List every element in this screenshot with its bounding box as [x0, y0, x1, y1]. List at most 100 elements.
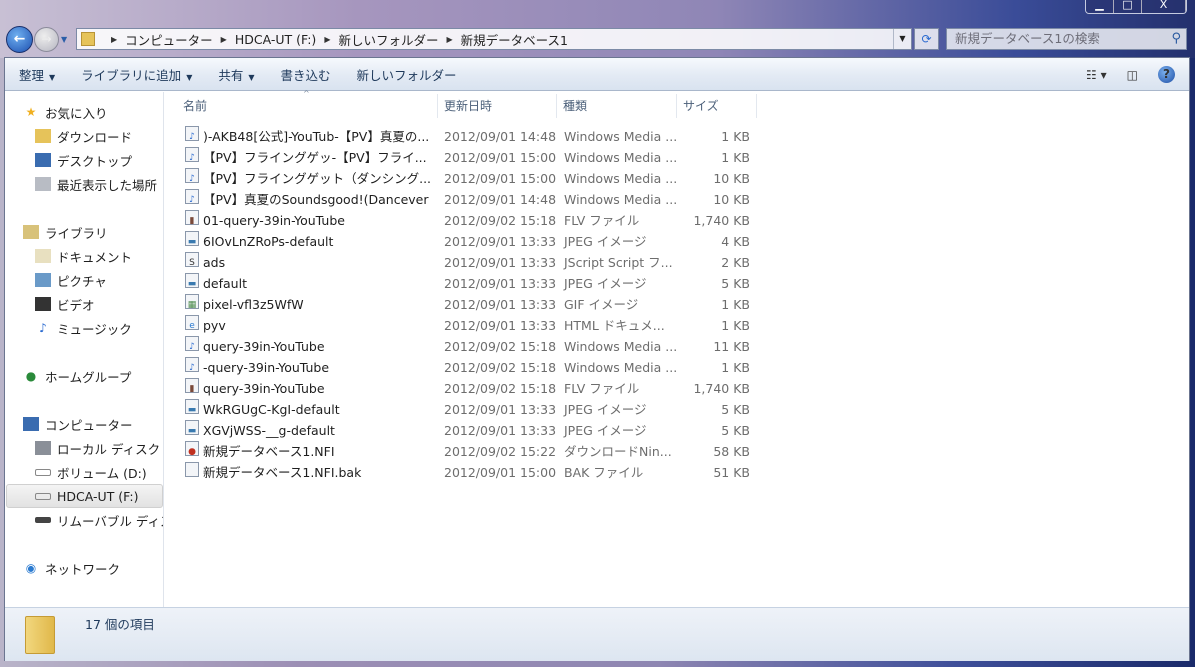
search-icon[interactable]: ⚲: [1171, 29, 1181, 49]
breadcrumb-separator[interactable]: ▶: [324, 35, 330, 44]
nav-recent[interactable]: 最近表示した場所: [35, 173, 157, 195]
breadcrumb-separator[interactable]: ▶: [446, 35, 452, 44]
wmp-file-icon: ♪: [185, 126, 199, 142]
file-row[interactable]: ▮ 01-query-39in-YouTube 2012/09/02 15:18…: [165, 210, 765, 231]
close-button[interactable]: X: [1142, 0, 1186, 13]
file-row[interactable]: ● 新規データベース1.NFI 2012/09/02 15:22 ダウンロードN…: [165, 441, 765, 462]
file-date: 2012/09/02 15:18: [444, 381, 557, 396]
wmp-file-icon: ♪: [185, 357, 199, 373]
nav-favorites[interactable]: ★ お気に入り: [23, 101, 108, 123]
file-row[interactable]: ▬ XGVjWSS-__g-default 2012/09/01 13:33 J…: [165, 420, 765, 441]
new-folder-button[interactable]: 新しいフォルダー: [357, 65, 457, 84]
file-name: )-AKB48[公式]-YouTub-【PV】真夏の...: [203, 129, 430, 144]
file-date: 2012/09/01 15:00: [444, 150, 557, 165]
wmp-file-icon: ♪: [185, 168, 199, 184]
share-button[interactable]: 共有 ▼: [218, 65, 254, 84]
file-row[interactable]: ♪ -query-39in-YouTube 2012/09/02 15:18 W…: [165, 357, 765, 378]
nav-removable[interactable]: リムーバブル ディス: [35, 509, 163, 531]
address-bar[interactable]: ▶ コンピューター ▶ HDCA-UT (F:) ▶ 新しいフォルダー ▶ 新規…: [76, 28, 912, 50]
nav-local-disk[interactable]: ローカル ディスク (: [35, 437, 163, 459]
add-to-library-button[interactable]: ライブラリに追加 ▼: [81, 65, 192, 84]
file-row[interactable]: ♪ query-39in-YouTube 2012/09/02 15:18 Wi…: [165, 336, 765, 357]
file-name: 【PV】真夏のSoundsgood!(Dancever: [203, 192, 429, 207]
nav-music[interactable]: ♪ ミュージック: [35, 317, 132, 339]
library-icon: [23, 225, 39, 239]
file-size: 5 KB: [721, 423, 750, 438]
file-name: pyv: [203, 318, 226, 333]
file-row[interactable]: ♪ 【PV】真夏のSoundsgood!(Dancever 2012/09/01…: [165, 189, 765, 210]
file-row[interactable]: ▮ query-39in-YouTube 2012/09/02 15:18 FL…: [165, 378, 765, 399]
file-date: 2012/09/02 15:18: [444, 360, 557, 375]
nav-network[interactable]: ◉ ネットワーク: [23, 557, 120, 579]
burn-button[interactable]: 書き込む: [281, 65, 331, 84]
videos-icon: [35, 297, 51, 311]
column-header-name[interactable]: 名前: [165, 94, 438, 118]
nav-videos[interactable]: ビデオ: [35, 293, 95, 315]
forward-button[interactable]: →: [34, 27, 59, 52]
breadcrumb-computer[interactable]: コンピューター: [125, 30, 213, 49]
recent-pages-dropdown[interactable]: ▼: [61, 35, 67, 44]
jpeg-file-icon: ▬: [185, 399, 199, 415]
downloads-folder-icon: [35, 129, 51, 143]
file-type: HTML ドキュメ...: [564, 318, 665, 333]
breadcrumb-separator[interactable]: ▶: [111, 35, 117, 44]
nav-pictures[interactable]: ピクチャ: [35, 269, 107, 291]
jpeg-file-icon: ▬: [185, 231, 199, 247]
nav-libraries[interactable]: ライブラリ: [23, 221, 108, 243]
file-size: 5 KB: [721, 276, 750, 291]
file-size: 1,740 KB: [693, 213, 750, 228]
desktop-icon: [35, 153, 51, 167]
file-name: -query-39in-YouTube: [203, 360, 330, 375]
preview-pane-icon[interactable]: ◫: [1127, 68, 1138, 82]
view-options-icon[interactable]: ☷ ▾: [1086, 68, 1107, 82]
minimize-button[interactable]: ▁: [1086, 0, 1114, 13]
file-date: 2012/09/02 15:18: [444, 213, 557, 228]
breadcrumb-separator[interactable]: ▶: [221, 35, 227, 44]
html-file-icon: e: [185, 315, 199, 331]
file-row[interactable]: ▬ WkRGUgC-KgI-default 2012/09/01 13:33 J…: [165, 399, 765, 420]
file-row[interactable]: ♪ )-AKB48[公式]-YouTub-【PV】真夏の... 2012/09/…: [165, 126, 765, 147]
file-size: 10 KB: [713, 192, 750, 207]
file-row[interactable]: S ads 2012/09/01 13:33 JScript Script フ.…: [165, 252, 765, 273]
file-row[interactable]: 新規データベース1.NFI.bak 2012/09/01 15:00 BAK フ…: [165, 462, 765, 483]
column-header-type[interactable]: 種類: [557, 94, 677, 118]
maximize-button[interactable]: □: [1114, 0, 1142, 13]
column-header-date[interactable]: 更新日時: [438, 94, 557, 118]
file-type: Windows Media ...: [564, 171, 678, 186]
file-type: Windows Media ...: [564, 150, 678, 165]
search-input[interactable]: 新規データベース1の検索 ⚲: [946, 28, 1187, 50]
refresh-button[interactable]: ⟳: [914, 28, 939, 50]
file-row[interactable]: ▬ default 2012/09/01 13:33 JPEG イメージ 5 K…: [165, 273, 765, 294]
nav-hdca-ut[interactable]: HDCA-UT (F:): [35, 485, 138, 507]
column-header-size[interactable]: サイズ: [677, 94, 757, 118]
back-button[interactable]: ←: [6, 26, 33, 53]
file-row[interactable]: ♪ 【PV】フライングゲット（ダンシング... 2012/09/01 15:00…: [165, 168, 765, 189]
bak-file-icon: [185, 462, 199, 477]
file-name: 【PV】フライングゲッ-【PV】フライ...: [203, 150, 427, 165]
flv-file-icon: ▮: [185, 210, 199, 226]
nav-computer[interactable]: コンピューター: [23, 413, 133, 435]
nav-homegroup[interactable]: ● ホームグループ: [23, 365, 132, 387]
column-headers: ^ 名前 更新日時 種類 サイズ: [165, 89, 1189, 118]
breadcrumb-drive[interactable]: HDCA-UT (F:): [235, 32, 316, 47]
breadcrumb-folder[interactable]: 新しいフォルダー: [338, 30, 438, 49]
pictures-icon: [35, 273, 51, 287]
file-size: 1 KB: [721, 297, 750, 312]
file-size: 4 KB: [721, 234, 750, 249]
help-icon[interactable]: ?: [1158, 66, 1175, 83]
nav-documents[interactable]: ドキュメント: [35, 245, 132, 267]
file-row[interactable]: ▬ 6IOvLnZRoPs-default 2012/09/01 13:33 J…: [165, 231, 765, 252]
file-row[interactable]: ▦ pixel-vfl3z5WfW 2012/09/01 13:33 GIF イ…: [165, 294, 765, 315]
breadcrumb-current[interactable]: 新規データベース1: [461, 30, 568, 49]
address-dropdown[interactable]: ▼: [893, 29, 911, 49]
item-count: 17 個の項目: [85, 617, 155, 632]
file-row[interactable]: e pyv 2012/09/01 13:33 HTML ドキュメ... 1 KB: [165, 315, 765, 336]
nav-downloads[interactable]: ダウンロード: [35, 125, 132, 147]
file-name: ads: [203, 255, 226, 270]
nav-desktop[interactable]: デスクトップ: [35, 149, 132, 171]
file-row[interactable]: ♪ 【PV】フライングゲッ-【PV】フライ... 2012/09/01 15:0…: [165, 147, 765, 168]
organize-button[interactable]: 整理 ▼: [19, 65, 55, 84]
nav-volume-d[interactable]: ボリューム (D:): [35, 461, 147, 483]
file-size: 1 KB: [721, 318, 750, 333]
file-date: 2012/09/02 15:18: [444, 339, 557, 354]
